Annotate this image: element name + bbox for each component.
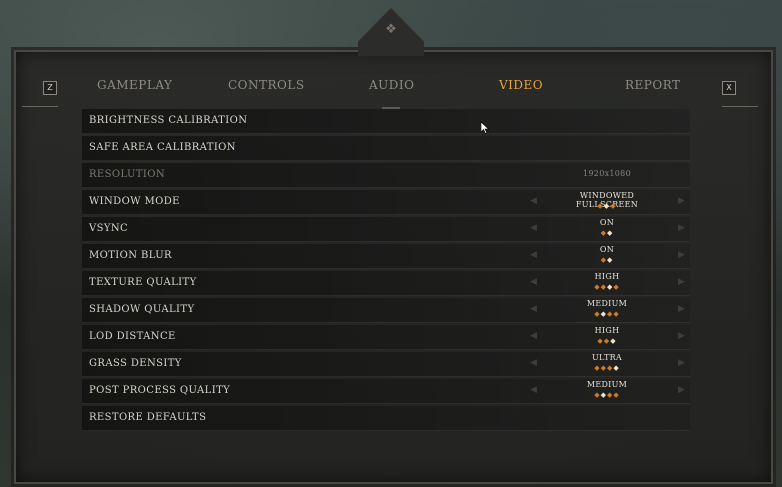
corner-ornament (722, 96, 758, 107)
setting-value: MEDIUM (586, 380, 628, 389)
option-dot-icon: ◆ (613, 391, 620, 399)
tab-report[interactable]: REPORT (625, 78, 681, 92)
next-option-arrow-icon[interactable]: ▶ (678, 358, 685, 368)
option-indicator: ◆◆◆◆ (552, 283, 662, 291)
next-option-arrow-icon[interactable]: ▶ (678, 277, 685, 287)
option-dot-selected-icon: ◆ (610, 337, 617, 345)
crest-emblem-icon: ❖ (385, 22, 397, 37)
setting-label: VSYNC (89, 223, 129, 234)
setting-row-safe-area-calibration[interactable]: SAFE AREA CALIBRATION (82, 136, 690, 161)
next-option-arrow-icon[interactable]: ▶ (678, 331, 685, 341)
setting-label: WINDOW MODE (89, 196, 180, 207)
corner-ornament (22, 96, 58, 107)
option-indicator: ◆◆ (552, 256, 662, 264)
tab-controls[interactable]: CONTROLS (228, 78, 305, 92)
next-tab-key-hint[interactable]: X (722, 81, 736, 95)
setting-label: RESOLUTION (89, 169, 165, 180)
option-dot-selected-icon: ◆ (613, 364, 620, 372)
setting-label: GRASS DENSITY (89, 358, 182, 369)
setting-row-grass-density[interactable]: GRASS DENSITY ULTRA ◀ ▶ ◆◆◆◆ (82, 352, 690, 377)
setting-label: LOD DISTANCE (89, 331, 176, 342)
next-option-arrow-icon[interactable]: ▶ (678, 196, 685, 206)
setting-value: ULTRA (591, 353, 623, 362)
setting-row-shadow-quality[interactable]: SHADOW QUALITY MEDIUM ◀ ▶ ◆◆◆◆ (82, 298, 690, 323)
option-indicator: ◆◆◆◆ (552, 391, 662, 399)
setting-row-vsync[interactable]: VSYNC ON ◀ ▶ ◆◆ (82, 217, 690, 242)
option-indicator: ◆◆◆ (552, 202, 662, 210)
setting-label: BRIGHTNESS CALIBRATION (89, 115, 248, 126)
setting-row-texture-quality[interactable]: TEXTURE QUALITY HIGH ◀ ▶ ◆◆◆◆ (82, 271, 690, 296)
option-dot-icon: ◆ (613, 310, 620, 318)
setting-value: HIGH (594, 272, 620, 281)
option-dot-icon: ◆ (610, 202, 617, 210)
mouse-cursor-icon (481, 122, 489, 134)
next-option-arrow-icon[interactable]: ▶ (678, 304, 685, 314)
setting-row-resolution[interactable]: RESOLUTION 1920x1080 (82, 163, 690, 188)
prev-option-arrow-icon[interactable]: ◀ (530, 331, 537, 341)
tab-gameplay[interactable]: GAMEPLAY (97, 78, 172, 92)
next-option-arrow-icon[interactable]: ▶ (678, 385, 685, 395)
option-dot-selected-icon: ◆ (607, 256, 614, 264)
prev-option-arrow-icon[interactable]: ◀ (530, 277, 537, 287)
option-indicator: ◆◆◆◆ (552, 310, 662, 318)
prev-option-arrow-icon[interactable]: ◀ (530, 358, 537, 368)
next-option-arrow-icon[interactable]: ▶ (678, 250, 685, 260)
prev-option-arrow-icon[interactable]: ◀ (530, 304, 537, 314)
setting-label: POST PROCESS QUALITY (89, 385, 231, 396)
next-option-arrow-icon[interactable]: ▶ (678, 223, 685, 233)
option-dot-icon: ◆ (613, 283, 620, 291)
prev-option-arrow-icon[interactable]: ◀ (530, 385, 537, 395)
prev-option-arrow-icon[interactable]: ◀ (530, 223, 537, 233)
option-dot-selected-icon: ◆ (607, 229, 614, 237)
option-indicator: ◆◆ (552, 229, 662, 237)
option-indicator: ◆◆◆ (552, 337, 662, 345)
setting-row-post-process-quality[interactable]: POST PROCESS QUALITY MEDIUM ◀ ▶ ◆◆◆◆ (82, 379, 690, 404)
prev-option-arrow-icon[interactable]: ◀ (530, 196, 537, 206)
setting-row-restore-defaults[interactable]: RESTORE DEFAULTS (82, 406, 690, 431)
setting-label: TEXTURE QUALITY (89, 277, 197, 288)
setting-label: MOTION BLUR (89, 250, 172, 261)
setting-value: ON (599, 218, 615, 227)
setting-value: MEDIUM (586, 299, 628, 308)
setting-row-motion-blur[interactable]: MOTION BLUR ON ◀ ▶ ◆◆ (82, 244, 690, 269)
prev-option-arrow-icon[interactable]: ◀ (530, 250, 537, 260)
prev-tab-key-hint[interactable]: Z (43, 81, 57, 95)
setting-row-brightness-calibration[interactable]: BRIGHTNESS CALIBRATION (82, 109, 690, 134)
setting-value: 1920x1080 (583, 169, 631, 178)
setting-label: SAFE AREA CALIBRATION (89, 142, 236, 153)
setting-value: ON (599, 245, 615, 254)
setting-value: HIGH (594, 326, 620, 335)
tab-video[interactable]: VIDEO (499, 78, 543, 92)
setting-row-window-mode[interactable]: WINDOW MODE WINDOWED FULLSCREEN ◀ ▶ ◆◆◆ (82, 190, 690, 215)
setting-label: SHADOW QUALITY (89, 304, 195, 315)
option-indicator: ◆◆◆◆ (552, 364, 662, 372)
tab-audio[interactable]: AUDIO (369, 78, 414, 92)
setting-label: RESTORE DEFAULTS (89, 412, 207, 423)
setting-row-lod-distance[interactable]: LOD DISTANCE HIGH ◀ ▶ ◆◆◆ (82, 325, 690, 350)
